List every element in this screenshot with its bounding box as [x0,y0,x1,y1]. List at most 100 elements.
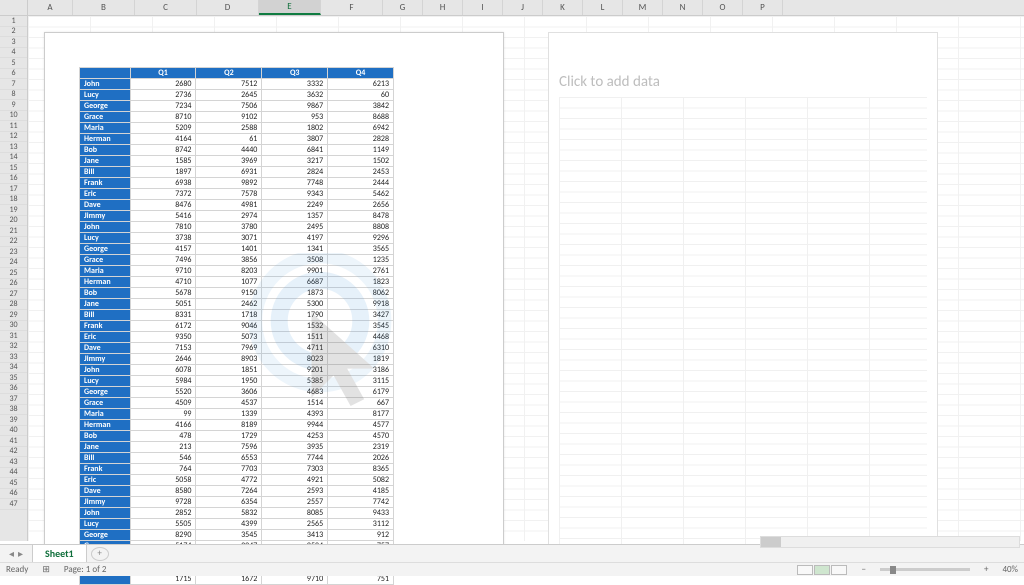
add-data-placeholder[interactable]: Click to add data [559,73,660,91]
col-header-C[interactable]: C [135,0,197,15]
table-row[interactable]: Bob478172942534570 [80,431,394,442]
value-cell[interactable]: 4537 [196,398,262,409]
col-header-B[interactable]: B [73,0,135,15]
table-row[interactable]: Jane213759639352319 [80,442,394,453]
table-row[interactable]: Lucy3738307141979296 [80,233,394,244]
scrollbar-thumb[interactable] [761,537,781,547]
value-cell[interactable]: 4710 [130,277,196,288]
table-row[interactable]: George7234750698673842 [80,101,394,112]
value-cell[interactable]: 6078 [130,365,196,376]
value-cell[interactable]: 8688 [328,112,394,123]
value-cell[interactable]: 9150 [196,288,262,299]
value-cell[interactable]: 5832 [196,508,262,519]
value-cell[interactable]: 3935 [262,442,328,453]
row-header-46[interactable]: 46 [0,489,27,500]
table-row[interactable]: Bob5678915018738062 [80,288,394,299]
value-cell[interactable]: 9892 [196,178,262,189]
name-cell[interactable]: Herman [80,277,131,288]
value-cell[interactable]: 4981 [196,200,262,211]
row-header-39[interactable]: 39 [0,415,27,426]
table-row[interactable]: Lucy5505439925653112 [80,519,394,530]
value-cell[interactable]: 1149 [328,145,394,156]
value-cell[interactable]: 3071 [196,233,262,244]
row-header-27[interactable]: 27 [0,289,27,300]
value-cell[interactable]: 912 [328,530,394,541]
value-cell[interactable]: 4509 [130,398,196,409]
value-cell[interactable]: 7969 [196,343,262,354]
zoom-level[interactable]: 40% [1002,564,1018,575]
row-header-37[interactable]: 37 [0,394,27,405]
value-cell[interactable]: 213 [130,442,196,453]
value-cell[interactable]: 5462 [328,189,394,200]
value-cell[interactable]: 4468 [328,332,394,343]
value-cell[interactable]: 2824 [262,167,328,178]
col-header-A[interactable]: A [28,0,73,15]
value-cell[interactable]: 5051 [130,299,196,310]
row-header-19[interactable]: 19 [0,205,27,216]
table-row[interactable]: Grace7496385635081235 [80,255,394,266]
value-cell[interactable]: 1585 [130,156,196,167]
value-cell[interactable]: 8290 [130,530,196,541]
row-header-13[interactable]: 13 [0,142,27,153]
col-header-G[interactable]: G [383,0,423,15]
name-cell[interactable]: Jimmy [80,211,131,222]
value-cell[interactable]: 1873 [262,288,328,299]
table-row[interactable]: Frank764770373038365 [80,464,394,475]
value-cell[interactable]: 9046 [196,321,262,332]
row-header-21[interactable]: 21 [0,226,27,237]
name-cell[interactable]: John [80,508,131,519]
table-row[interactable]: Eric9350507315114468 [80,332,394,343]
value-cell[interactable]: 3508 [262,255,328,266]
value-cell[interactable]: 4399 [196,519,262,530]
table-row[interactable]: Maria5209258818026942 [80,123,394,134]
value-cell[interactable]: 7153 [130,343,196,354]
value-cell[interactable]: 2565 [262,519,328,530]
value-cell[interactable]: 1950 [196,376,262,387]
value-cell[interactable]: 6354 [196,497,262,508]
value-cell[interactable]: 4393 [262,409,328,420]
value-cell[interactable]: 5209 [130,123,196,134]
name-cell[interactable]: Bill [80,453,131,464]
value-cell[interactable]: 9728 [130,497,196,508]
value-cell[interactable]: 8203 [196,266,262,277]
name-cell[interactable]: Grace [80,398,131,409]
value-cell[interactable]: 5082 [328,475,394,486]
name-cell[interactable]: Grace [80,255,131,266]
value-cell[interactable]: 6172 [130,321,196,332]
value-cell[interactable]: 9350 [130,332,196,343]
value-cell[interactable]: 3606 [196,387,262,398]
value-cell[interactable]: 2828 [328,134,394,145]
name-cell[interactable]: Grace [80,112,131,123]
value-cell[interactable]: 2645 [196,90,262,101]
value-cell[interactable]: 9433 [328,508,394,519]
value-cell[interactable]: 3807 [262,134,328,145]
value-cell[interactable]: 3780 [196,222,262,233]
row-header-40[interactable]: 40 [0,426,27,437]
value-cell[interactable]: 7748 [262,178,328,189]
table-row[interactable]: Lucy27362645363260 [80,90,394,101]
value-cell[interactable]: 1502 [328,156,394,167]
value-cell[interactable]: 1823 [328,277,394,288]
value-cell[interactable]: 3217 [262,156,328,167]
value-cell[interactable]: 4570 [328,431,394,442]
value-cell[interactable]: 8365 [328,464,394,475]
value-cell[interactable]: 546 [130,453,196,464]
value-cell[interactable]: 5058 [130,475,196,486]
col-header-P[interactable]: P [743,0,783,15]
table-row[interactable]: Dave7153796947116310 [80,343,394,354]
name-cell[interactable]: Frank [80,178,131,189]
table-row[interactable]: George5520360646836179 [80,387,394,398]
row-header-2[interactable]: 2 [0,27,27,38]
value-cell[interactable]: 7264 [196,486,262,497]
row-header-42[interactable]: 42 [0,447,27,458]
col-header-K[interactable]: K [543,0,583,15]
value-cell[interactable]: 6213 [328,79,394,90]
value-cell[interactable]: 5505 [130,519,196,530]
value-cell[interactable]: 2557 [262,497,328,508]
value-cell[interactable]: 4164 [130,134,196,145]
name-cell[interactable]: Maria [80,266,131,277]
data-table[interactable]: Q1Q2Q3Q4 John2680751233326213Lucy2736264… [79,67,394,585]
value-cell[interactable]: 2680 [130,79,196,90]
value-cell[interactable]: 8808 [328,222,394,233]
value-cell[interactable]: 1235 [328,255,394,266]
